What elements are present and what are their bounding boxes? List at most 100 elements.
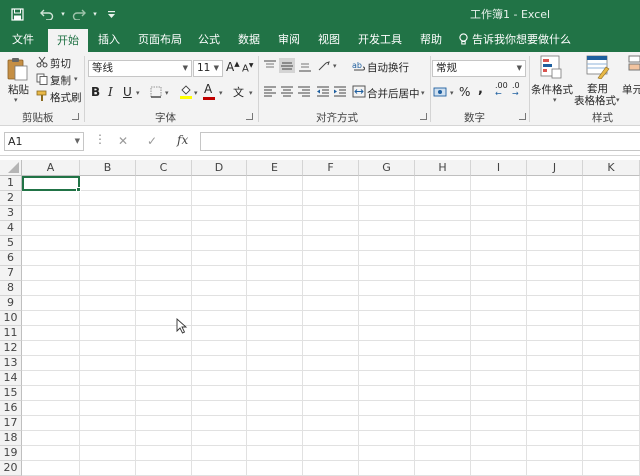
row-header-6[interactable]: 6	[0, 251, 22, 266]
bold-button[interactable]: B	[91, 85, 100, 99]
tab-review[interactable]: 审阅	[272, 28, 306, 52]
format-as-table-icon[interactable]	[586, 55, 610, 82]
wrap-text-icon[interactable]: ab	[352, 59, 366, 75]
align-bottom-icon[interactable]	[298, 60, 312, 75]
alignment-launcher-icon[interactable]	[420, 113, 427, 120]
select-all-corner[interactable]	[0, 160, 22, 176]
accounting-format-icon[interactable]	[433, 86, 448, 101]
merge-center-icon[interactable]	[352, 85, 366, 101]
underline-dropdown-icon[interactable]: ▾	[136, 89, 140, 97]
customize-quick-access-icon[interactable]	[104, 0, 118, 28]
phonetic-dropdown-icon[interactable]: ▾	[249, 89, 253, 97]
paste-icon[interactable]	[6, 56, 28, 85]
row-header-15[interactable]: 15	[0, 386, 22, 401]
row-header-5[interactable]: 5	[0, 236, 22, 251]
row-header-13[interactable]: 13	[0, 356, 22, 371]
row-header-9[interactable]: 9	[0, 296, 22, 311]
tab-formulas[interactable]: 公式	[192, 28, 226, 52]
column-header-i[interactable]: I	[471, 160, 527, 176]
orientation-dropdown-icon[interactable]: ▾	[333, 62, 337, 70]
save-icon[interactable]	[6, 0, 28, 28]
increase-font-size-button[interactable]: A▲	[226, 60, 240, 74]
column-header-b[interactable]: B	[80, 160, 136, 176]
row-header-18[interactable]: 18	[0, 431, 22, 446]
format-as-table-label-2[interactable]: 表格格式	[574, 93, 616, 108]
row-header-10[interactable]: 10	[0, 311, 22, 326]
increase-decimal-button[interactable]: .00 ←	[495, 82, 508, 98]
borders-dropdown-icon[interactable]: ▾	[165, 89, 169, 97]
decrease-indent-icon[interactable]	[316, 86, 330, 101]
insert-function-icon[interactable]: fx	[177, 133, 188, 147]
merge-dropdown-icon[interactable]: ▾	[421, 89, 425, 97]
borders-icon[interactable]	[150, 86, 162, 101]
cell-styles-label[interactable]: 单元	[622, 82, 640, 97]
row-header-11[interactable]: 11	[0, 326, 22, 341]
enter-icon[interactable]: ✓	[147, 134, 157, 148]
font-color-button[interactable]: A	[204, 82, 212, 96]
row-header-7[interactable]: 7	[0, 266, 22, 281]
tab-page-layout[interactable]: 页面布局	[134, 28, 186, 52]
redo-icon[interactable]	[68, 0, 90, 28]
row-header-4[interactable]: 4	[0, 221, 22, 236]
copy-dropdown-icon[interactable]: ▾	[74, 75, 78, 83]
font-name-combo[interactable]: 等线 ▼	[88, 60, 192, 77]
align-left-icon[interactable]	[263, 86, 277, 101]
align-top-icon[interactable]	[263, 60, 277, 75]
column-header-e[interactable]: E	[247, 160, 303, 176]
row-header-17[interactable]: 17	[0, 416, 22, 431]
column-header-h[interactable]: H	[415, 160, 471, 176]
cut-icon[interactable]	[36, 56, 48, 71]
copy-icon[interactable]	[36, 73, 48, 88]
phonetic-button[interactable]: 文	[233, 84, 244, 100]
undo-dropdown-icon[interactable]: ▾	[58, 0, 68, 28]
decrease-font-size-button[interactable]: A▼	[242, 62, 253, 74]
cancel-icon[interactable]: ✕	[118, 134, 128, 148]
row-header-3[interactable]: 3	[0, 206, 22, 221]
tab-file[interactable]: 文件	[4, 28, 42, 52]
row-header-8[interactable]: 8	[0, 281, 22, 296]
row-header-19[interactable]: 19	[0, 446, 22, 461]
conditional-formatting-label[interactable]: 条件格式	[531, 82, 573, 97]
row-header-2[interactable]: 2	[0, 191, 22, 206]
fill-color-icon[interactable]	[179, 84, 193, 102]
format-painter-label[interactable]: 格式刷	[50, 90, 82, 105]
tell-me-box[interactable]: 告诉我你想要做什么	[458, 28, 571, 52]
column-header-a[interactable]: A	[22, 160, 80, 176]
tab-home[interactable]: 开始	[48, 29, 88, 52]
number-launcher-icon[interactable]	[519, 113, 526, 120]
column-header-k[interactable]: K	[583, 160, 640, 176]
format-painter-icon[interactable]	[36, 90, 48, 105]
merge-center-label[interactable]: 合并后居中	[367, 86, 420, 101]
decrease-decimal-icon[interactable]: .0 →	[512, 82, 520, 98]
font-launcher-icon[interactable]	[246, 113, 253, 120]
conditional-dropdown-icon[interactable]: ▾	[553, 96, 557, 104]
row-header-16[interactable]: 16	[0, 401, 22, 416]
paste-dropdown-icon[interactable]: ▾	[14, 96, 18, 104]
font-color-dropdown-icon[interactable]: ▾	[219, 89, 223, 97]
column-header-d[interactable]: D	[192, 160, 247, 176]
paste-label[interactable]: 粘贴	[8, 82, 29, 97]
number-format-combo[interactable]: 常规 ▼	[432, 60, 526, 77]
conditional-formatting-icon[interactable]	[540, 55, 562, 82]
column-header-j[interactable]: J	[527, 160, 583, 176]
align-right-icon[interactable]	[297, 86, 311, 101]
align-center-icon[interactable]	[280, 86, 294, 101]
formula-input[interactable]	[200, 132, 640, 151]
italic-button[interactable]: I	[108, 85, 113, 99]
font-size-combo[interactable]: 11 ▼	[193, 60, 223, 77]
name-box[interactable]: A1 ▼	[4, 132, 84, 151]
column-header-f[interactable]: F	[303, 160, 359, 176]
underline-button[interactable]: U	[123, 85, 132, 99]
selected-cell-a1[interactable]	[22, 176, 80, 191]
orientation-icon[interactable]	[317, 60, 333, 75]
row-header-1[interactable]: 1	[0, 176, 22, 191]
cell-styles-icon[interactable]	[628, 55, 640, 80]
tab-help[interactable]: 帮助	[414, 28, 448, 52]
fill-handle[interactable]	[76, 187, 81, 192]
worksheet-grid[interactable]: A B C D E F G H I J K 1 2 3 4 5 6 7 8 9 10 11 12 13 14 15 16 17 18 19…	[0, 160, 640, 476]
column-header-g[interactable]: G	[359, 160, 415, 176]
copy-label[interactable]: 复制	[50, 73, 71, 88]
comma-button[interactable]: ,	[478, 82, 483, 97]
clipboard-launcher-icon[interactable]	[72, 113, 79, 120]
row-header-12[interactable]: 12	[0, 341, 22, 356]
